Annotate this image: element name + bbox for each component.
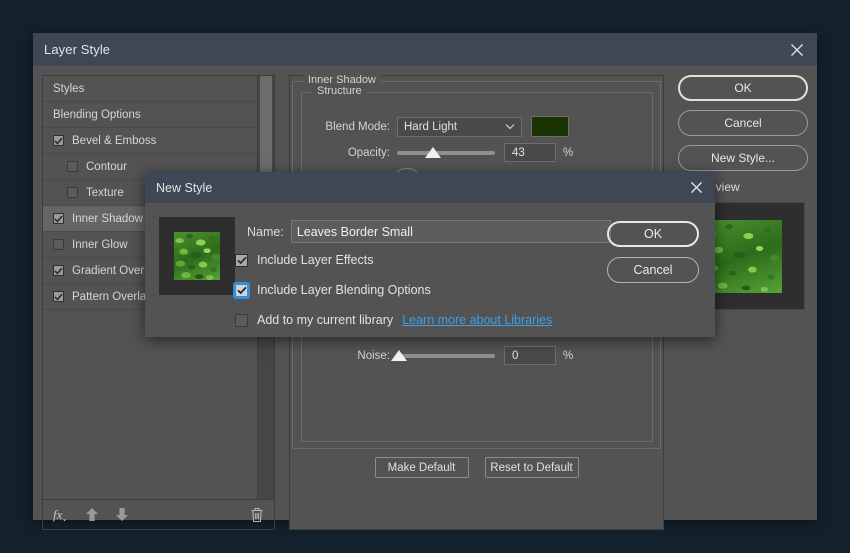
arrow-down-icon[interactable] [115, 507, 129, 522]
layer-style-title: Layer Style [44, 42, 110, 57]
include-layer-effects-checkbox[interactable] [235, 254, 248, 267]
opacity-label: Opacity: [312, 147, 390, 159]
name-label: Name: [247, 225, 284, 239]
trash-icon[interactable] [250, 507, 264, 523]
learn-more-libraries-link[interactable]: Learn more about Libraries [402, 313, 552, 327]
chevron-down-icon [505, 121, 515, 133]
style-row-checkbox[interactable] [53, 239, 64, 250]
blend-mode-label: Blend Mode: [312, 121, 390, 133]
include-blending-options-row[interactable]: Include Layer Blending Options [235, 283, 431, 297]
noise-slider[interactable] [397, 354, 495, 358]
noise-row: Noise: 0 % [312, 346, 573, 365]
opacity-row: Opacity: 43 % [312, 143, 573, 162]
opacity-slider-knob[interactable] [425, 147, 441, 158]
fx-icon[interactable]: fx [53, 507, 69, 522]
include-blending-options-checkbox[interactable] [235, 284, 248, 297]
new-style-titlebar: New Style [145, 172, 715, 203]
blend-mode-select[interactable]: Hard Light [397, 117, 522, 137]
style-row-checkbox[interactable] [53, 265, 64, 276]
style-row-blending-options[interactable]: Blending Options [43, 102, 257, 128]
style-row-checkbox[interactable] [53, 291, 64, 302]
style-row-checkbox[interactable] [67, 161, 78, 172]
arrow-up-icon[interactable] [85, 507, 99, 522]
cancel-button[interactable]: Cancel [678, 110, 808, 136]
structure-legend: Structure [312, 85, 367, 97]
new-style-name-row: Name: [247, 220, 611, 243]
style-row-label: Inner Shadow [72, 213, 143, 225]
style-row-label: Bevel & Emboss [72, 135, 156, 147]
new-style-thumbnail-box [159, 217, 235, 295]
svg-text:fx: fx [53, 507, 63, 522]
noise-input[interactable]: 0 [504, 346, 556, 365]
name-input[interactable] [291, 220, 611, 243]
layer-style-titlebar: Layer Style [33, 33, 817, 66]
new-style-button[interactable]: New Style... [678, 145, 808, 171]
new-style-thumbnail [174, 232, 220, 280]
style-row-label: Styles [53, 83, 84, 95]
style-row-label: Contour [86, 161, 127, 173]
ok-button[interactable]: OK [678, 75, 808, 101]
new-style-title: New Style [156, 181, 212, 195]
style-row-checkbox[interactable] [67, 187, 78, 198]
default-buttons-row: Make Default Reset to Default [290, 457, 663, 478]
include-layer-effects-label: Include Layer Effects [257, 253, 374, 267]
opacity-input[interactable]: 43 [504, 143, 556, 162]
style-row-checkbox[interactable] [53, 213, 64, 224]
include-blending-options-label: Include Layer Blending Options [257, 283, 431, 297]
blend-mode-row: Blend Mode: Hard Light [312, 116, 569, 137]
close-icon[interactable] [783, 36, 811, 63]
style-row-label: Pattern Overlay [72, 291, 152, 303]
add-to-library-row[interactable]: Add to my current library Learn more abo… [235, 313, 552, 327]
add-to-library-label: Add to my current library [257, 313, 393, 327]
opacity-unit: % [563, 147, 573, 159]
opacity-slider[interactable] [397, 151, 495, 155]
new-style-actions: OK Cancel [607, 221, 699, 293]
style-row-label: Inner Glow [72, 239, 128, 251]
noise-label: Noise: [312, 350, 390, 362]
new-style-dialog: New Style Name: Include Layer Effects In… [145, 172, 715, 337]
new-style-body: Name: Include Layer Effects Include Laye… [145, 203, 715, 337]
style-row-styles[interactable]: Styles [43, 76, 257, 102]
close-icon[interactable] [683, 174, 710, 200]
add-to-library-checkbox[interactable] [235, 314, 248, 327]
style-row-label: Texture [86, 187, 124, 199]
shadow-color-swatch[interactable] [531, 116, 569, 137]
noise-slider-knob[interactable] [391, 350, 407, 361]
style-row-bevel-emboss[interactable]: Bevel & Emboss [43, 128, 257, 154]
include-layer-effects-row[interactable]: Include Layer Effects [235, 253, 374, 267]
style-row-label: Blending Options [53, 109, 141, 121]
style-row-checkbox[interactable] [53, 135, 64, 146]
styles-toolbar: fx [42, 500, 275, 530]
noise-unit: % [563, 350, 573, 362]
reset-to-default-button[interactable]: Reset to Default [485, 457, 579, 478]
make-default-button[interactable]: Make Default [375, 457, 469, 478]
blend-mode-value: Hard Light [404, 121, 457, 133]
new-style-ok-button[interactable]: OK [607, 221, 699, 247]
new-style-cancel-button[interactable]: Cancel [607, 257, 699, 283]
